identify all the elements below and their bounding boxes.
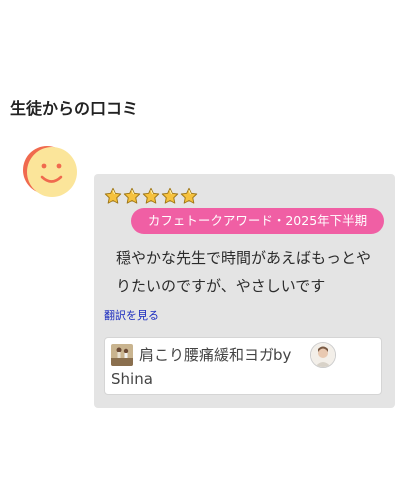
smiley-face-icon — [23, 146, 77, 197]
translate-link[interactable]: 翻訳を見る — [104, 307, 159, 323]
star-icon — [180, 187, 198, 205]
review-card: カフェトークアワード・2025年下半期 穏やかな先生で時間があえばもっとやりたい… — [94, 174, 395, 408]
course-link[interactable]: 肩こり腰痛緩和ヨガ by Shina — [104, 337, 382, 395]
reviewer-avatar — [22, 144, 78, 200]
course-title: 肩こり腰痛緩和ヨガ — [139, 346, 275, 364]
course-by-label: by — [273, 346, 292, 364]
award-badge: カフェトークアワード・2025年下半期 — [131, 208, 384, 234]
star-icon — [104, 187, 122, 205]
review-text: 穏やかな先生で時間があえばもっとやりたいのですが、やさしいです — [116, 249, 372, 295]
teacher-avatar — [310, 342, 336, 368]
section-title: 生徒からの口コミ — [10, 99, 139, 118]
teacher-name: Shina — [111, 370, 153, 388]
star-icon — [161, 187, 179, 205]
star-icon — [142, 187, 160, 205]
yoga-class-thumbnail — [111, 344, 133, 366]
star-icon — [123, 187, 141, 205]
rating-stars — [104, 187, 198, 205]
